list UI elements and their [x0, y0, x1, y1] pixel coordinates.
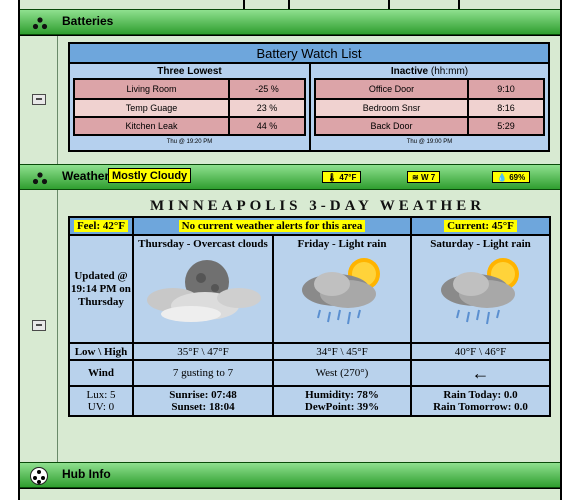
hub-icon[interactable] [30, 467, 48, 485]
wind-day-1: 7 gusting to 7 [132, 359, 274, 387]
batteries-side-strip [20, 36, 58, 164]
humidity-badge: 💧 69% [492, 171, 531, 183]
wind-day-2: West (270°) [272, 359, 412, 387]
humidity-value: Humidity: 78% [305, 389, 379, 401]
hub-info-section-bar[interactable]: Hub Info [20, 462, 560, 488]
device-name: Temp Guage [75, 100, 230, 116]
batteries-section-bar[interactable]: Batteries [20, 9, 560, 35]
three-lowest-table: Living Room -25 % Temp Guage 23 % Kitchen … [73, 78, 306, 136]
forecast-title: MINNEAPOLIS 3-DAY WEATHER [150, 198, 486, 214]
humidity-icon: 💧 [497, 173, 507, 182]
day-label: Thursday - Overcast clouds [138, 238, 268, 250]
three-lowest-column: Three Lowest Living Room -25 % Temp Guage… [70, 64, 309, 150]
table-row[interactable]: Back Door 5:29 [316, 116, 543, 134]
inactive-heading: Inactive (hh:mm) [311, 64, 548, 78]
device-name: Office Door [316, 80, 469, 98]
tile-group-icon[interactable] [32, 171, 48, 185]
forecast-day-3: Saturday - Light rain [410, 234, 551, 344]
tile-group-icon[interactable] [32, 16, 48, 30]
lowest-timestamp: Thu @ 19:20 PM [166, 139, 213, 145]
table-row[interactable]: Kitchen Leak 44 % [75, 116, 304, 134]
feels-like: Feel: 42°F [73, 220, 129, 232]
lowhigh-day-2: 34°F \ 45°F [272, 342, 412, 361]
inactive-duration: 9:10 [497, 84, 515, 94]
rain-cell: Rain Today: 0.0 Rain Tomorrow: 0.0 [410, 385, 551, 417]
day-label: Friday - Light rain [297, 238, 387, 250]
hub-info-section [20, 489, 560, 500]
sunrise-value: Sunrise: 07:48 [169, 389, 237, 401]
uv-value: UV: 0 [87, 401, 115, 413]
table-row[interactable]: Bedroom Snsr 8:16 [316, 98, 543, 116]
sun-times-cell: Sunrise: 07:48 Sunset: 18:04 [132, 385, 274, 417]
inactive-column: Inactive (hh:mm) Office Door 9:10 Bedroom… [309, 64, 548, 150]
batteries-section: Battery Watch List Three Lowest Living R… [20, 36, 560, 164]
current-temp-cell: Current: 45°F [410, 216, 551, 236]
dewpoint-value: DewPoint: 39% [304, 401, 380, 413]
battery-level: 44 % [256, 121, 278, 131]
inactive-duration: 5:29 [497, 121, 515, 131]
batteries-title: Batteries [62, 14, 114, 28]
table-row[interactable]: Office Door 9:10 [316, 80, 543, 98]
weather-section-bar[interactable]: Weather Mostly Cloudy 🌡 47°F ≋ W 7 💧 69% [20, 164, 560, 190]
lowhigh-day-1: 35°F \ 47°F [132, 342, 274, 361]
three-lowest-heading: Three Lowest [157, 66, 222, 77]
wind-label: Wind [68, 359, 134, 387]
rain-sun-icon [440, 258, 519, 325]
battery-level: -25 % [255, 84, 279, 94]
alert-cell: No current weather alerts for this area [132, 216, 412, 236]
weather-section: MINNEAPOLIS 3-DAY WEATHER Feel: 42°F No … [20, 190, 560, 462]
feels-like-cell: Feel: 42°F [68, 216, 134, 236]
table-row[interactable]: Living Room -25 % [75, 80, 304, 98]
top-tile-row [20, 0, 560, 9]
wind-icon: ≋ [412, 173, 419, 182]
sunset-value: Sunset: 18:04 [171, 401, 235, 413]
wind-badge: ≋ W 7 [407, 171, 441, 183]
day-label: Saturday - Light rain [430, 238, 531, 250]
lux-uv-cell: Lux: 5 UV: 0 [68, 385, 134, 417]
inactive-table: Office Door 9:10 Bedroom Snsr 8:16 Back Do… [314, 78, 545, 136]
rain-sun-icon [302, 258, 380, 325]
collapse-icon[interactable] [32, 94, 46, 105]
humidity-dew-cell: Humidity: 78% DewPoint: 39% [272, 385, 412, 417]
rain-tomorrow: Rain Tomorrow: 0.0 [433, 401, 528, 413]
device-name: Bedroom Snsr [316, 100, 469, 116]
device-name: Back Door [316, 118, 469, 134]
hub-info-title: Hub Info [62, 467, 111, 481]
lowhigh-day-3: 40°F \ 46°F [410, 342, 551, 361]
inactive-duration: 8:16 [497, 103, 515, 113]
battery-watch-panel: Battery Watch List Three Lowest Living R… [68, 42, 550, 152]
device-name: Living Room [75, 80, 230, 98]
weather-title: Weather [62, 169, 110, 183]
rain-today: Rain Today: 0.0 [443, 389, 518, 401]
battery-watch-title: Battery Watch List [70, 44, 548, 64]
wind-direction-arrow: ← [410, 359, 551, 387]
weather-condition-badge: Mostly Cloudy [108, 168, 192, 183]
battery-level: 23 % [256, 103, 278, 113]
cloud-moon-icon [147, 260, 261, 322]
inactive-timestamp: Thu @ 19:00 PM [406, 139, 453, 145]
table-row[interactable]: Temp Guage 23 % [75, 98, 304, 116]
humidity-value: 69% [509, 173, 526, 182]
forecast-day-2: Friday - Light rain [272, 234, 412, 344]
temperature-badge: 🌡 47°F [322, 171, 362, 183]
weather-alert: No current weather alerts for this area [178, 220, 366, 232]
wind-value: W 7 [420, 173, 436, 182]
current-temp: Current: 45°F [444, 220, 517, 232]
lux-value: Lux: 5 [86, 389, 116, 401]
updated-cell: Updated @ 19:14 PM on Thursday [68, 234, 134, 344]
weather-side-strip [20, 190, 58, 462]
lowhigh-label: Low \ High [68, 342, 134, 361]
inactive-heading-unit: (hh:mm) [430, 66, 469, 77]
collapse-icon[interactable] [32, 320, 46, 331]
forecast-day-1: Thursday - Overcast clouds [132, 234, 274, 344]
device-name: Kitchen Leak [75, 118, 230, 134]
forecast-table: Feel: 42°F No current weather alerts for… [68, 216, 551, 417]
inactive-heading-label: Inactive [390, 66, 429, 77]
